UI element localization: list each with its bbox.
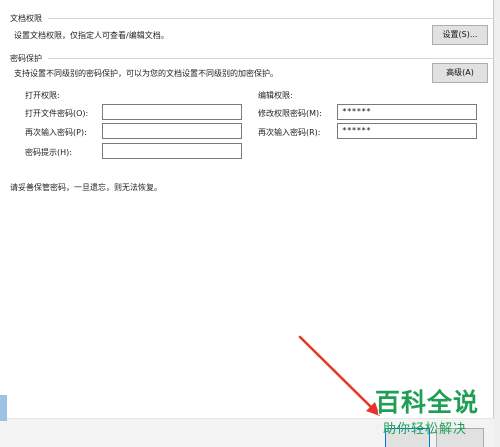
red-arrow-icon: [298, 335, 380, 416]
watermark-main-text: 百科全说: [375, 388, 480, 417]
watermark-sub-text: 助你轻松解决: [383, 422, 468, 437]
baike-watermark-logo: 百科全说 助你轻松解决: [370, 383, 492, 443]
